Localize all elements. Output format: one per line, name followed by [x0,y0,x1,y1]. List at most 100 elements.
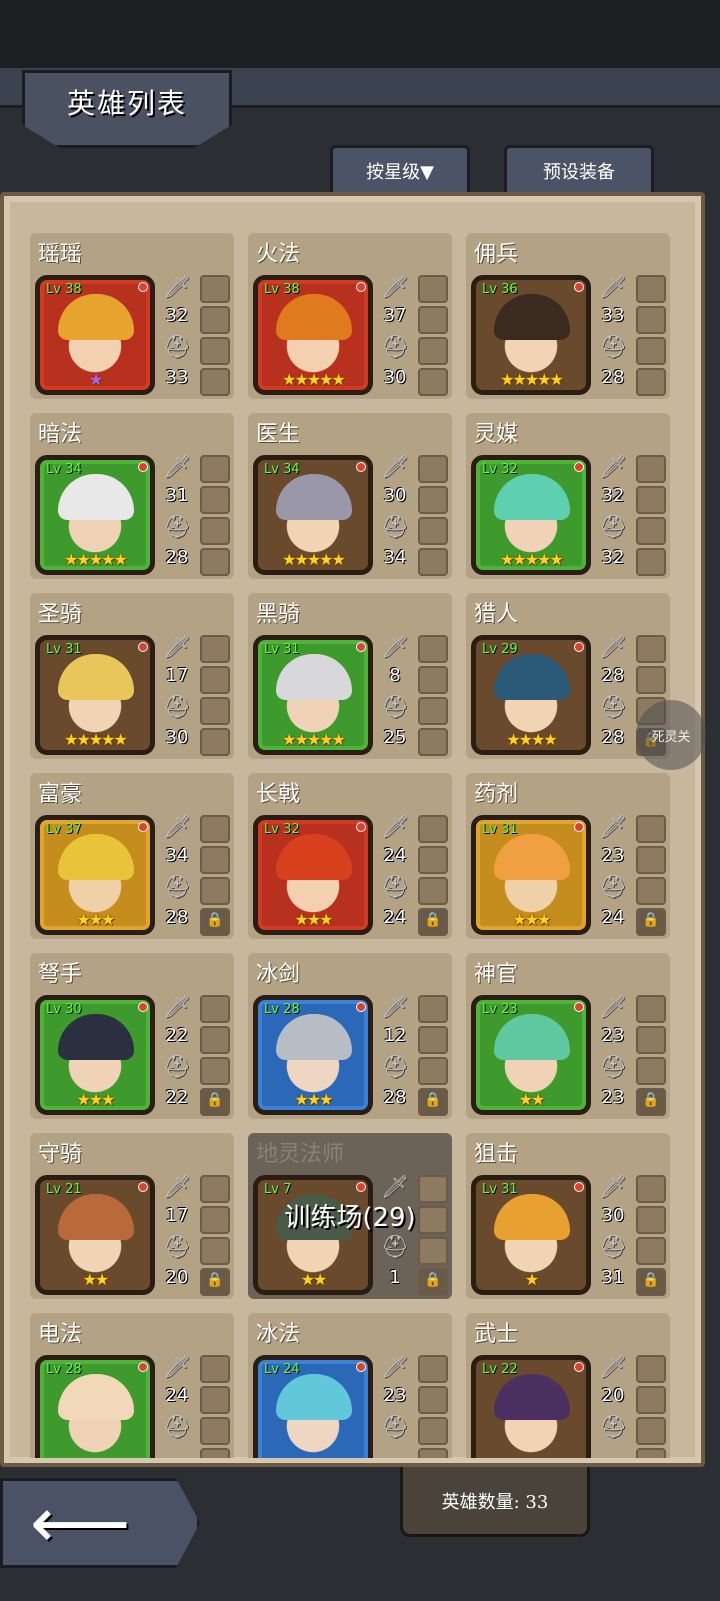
equipment-slot[interactable] [636,1448,666,1458]
equipment-slot[interactable] [418,1448,448,1458]
equipment-slot[interactable] [636,1175,666,1203]
equipment-slot[interactable] [200,635,230,663]
equipment-slot[interactable] [636,306,666,334]
hero-portrait[interactable]: Lv 31 ★★★ [471,815,591,935]
hero-card[interactable]: 守骑 Lv 21 ★★ 🗡 17 ⛑ 20 [30,1133,234,1299]
equipment-slot[interactable] [418,1237,448,1265]
equipment-slot[interactable] [636,455,666,483]
hero-portrait[interactable]: Lv 37 ★★★ [35,815,155,935]
equipment-slot[interactable] [636,995,666,1023]
equipment-slot[interactable] [200,846,230,874]
equipment-slot[interactable] [200,728,230,756]
hero-portrait[interactable]: Lv 32 ★★★ [253,815,373,935]
equipment-slot[interactable] [200,1206,230,1234]
equipment-slot[interactable] [636,1355,666,1383]
hero-card[interactable]: 黑骑 Lv 31 ★★★★★ 🗡 8 ⛑ 25 [248,593,452,759]
equipment-slot[interactable] [418,1026,448,1054]
hero-portrait[interactable]: Lv 38 ★ [35,275,155,395]
equipment-slot[interactable] [418,1057,448,1085]
equipment-slot[interactable] [636,275,666,303]
equipment-slot[interactable] [418,1417,448,1445]
equipment-slot[interactable] [636,1417,666,1445]
equipment-slot[interactable] [636,517,666,545]
hero-card[interactable]: 富豪 Lv 37 ★★★ 🗡 34 ⛑ 28 [30,773,234,939]
equipment-slot[interactable] [636,1386,666,1414]
hero-card[interactable]: 圣骑 Lv 31 ★★★★★ 🗡 17 ⛑ 30 [30,593,234,759]
equipment-slot[interactable] [636,548,666,576]
locked-slot-lock-icon[interactable] [636,1268,666,1296]
hero-portrait[interactable]: Lv 24 [253,1355,373,1458]
hero-portrait[interactable]: Lv 36 ★★★★★ [471,275,591,395]
equipment-slot[interactable] [636,486,666,514]
hero-card[interactable]: 灵媒 Lv 32 ★★★★★ 🗡 32 ⛑ 32 [466,413,670,579]
sort-by-star-button[interactable]: 按星级▼ [330,145,470,197]
equipment-slot[interactable] [200,517,230,545]
hero-portrait[interactable]: Lv 34 ★★★★★ [253,455,373,575]
equipment-slot[interactable] [418,995,448,1023]
hero-card[interactable]: 佣兵 Lv 36 ★★★★★ 🗡 33 ⛑ 28 [466,233,670,399]
equipment-slot[interactable] [200,1448,230,1458]
equipment-slot[interactable] [418,1355,448,1383]
side-float-button[interactable]: 死灵关 [636,700,706,770]
hero-portrait[interactable]: Lv 31 ★★★★★ [253,635,373,755]
equipment-slot[interactable] [200,1355,230,1383]
equipment-slot[interactable] [200,1175,230,1203]
equipment-slot[interactable] [200,486,230,514]
equipment-slot[interactable] [418,486,448,514]
equipment-slot[interactable] [418,877,448,905]
hero-card[interactable]: 神官 Lv 23 ★★ 🗡 23 ⛑ 23 [466,953,670,1119]
hero-portrait[interactable]: Lv 22 [471,1355,591,1458]
equipment-slot[interactable] [418,548,448,576]
equipment-slot[interactable] [418,455,448,483]
hero-portrait[interactable]: Lv 32 ★★★★★ [471,455,591,575]
equipment-slot[interactable] [200,275,230,303]
equipment-slot[interactable] [636,1237,666,1265]
locked-slot-lock-icon[interactable] [636,1088,666,1116]
locked-slot-lock-icon[interactable] [200,908,230,936]
equipment-slot[interactable] [200,1057,230,1085]
hero-portrait[interactable]: Lv 21 ★★ [35,1175,155,1295]
equipment-slot[interactable] [200,666,230,694]
hero-card[interactable]: 火法 Lv 38 ★★★★★ 🗡 37 ⛑ 30 [248,233,452,399]
hero-portrait[interactable]: Lv 7 ★★ [253,1175,373,1295]
hero-card[interactable]: 暗法 Lv 34 ★★★★★ 🗡 31 ⛑ 28 [30,413,234,579]
equipment-slot[interactable] [636,815,666,843]
equipment-slot[interactable] [200,337,230,365]
locked-slot-lock-icon[interactable] [418,908,448,936]
equipment-slot[interactable] [636,635,666,663]
equipment-slot[interactable] [200,1386,230,1414]
equipment-slot[interactable] [418,368,448,396]
equipment-slot[interactable] [418,1386,448,1414]
hero-card[interactable]: 医生 Lv 34 ★★★★★ 🗡 30 ⛑ 34 [248,413,452,579]
equipment-slot[interactable] [636,666,666,694]
preset-equipment-button[interactable]: 预设装备 [504,145,654,197]
equipment-slot[interactable] [200,697,230,725]
hero-portrait[interactable]: Lv 38 ★★★★★ [253,275,373,395]
equipment-slot[interactable] [418,275,448,303]
equipment-slot[interactable] [200,815,230,843]
hero-card[interactable]: 冰剑 Lv 28 ★★★ 🗡 12 ⛑ 28 [248,953,452,1119]
equipment-slot[interactable] [418,517,448,545]
hero-card[interactable]: 地灵法师Lv 7★★🗡⛑1训练场(29) [248,1133,452,1299]
hero-portrait[interactable]: Lv 29 ★★★★ [471,635,591,755]
hero-card[interactable]: 电法 Lv 28 🗡 24 ⛑ [30,1313,234,1458]
equipment-slot[interactable] [418,635,448,663]
equipment-slot[interactable] [636,1206,666,1234]
equipment-slot[interactable] [200,455,230,483]
locked-slot-lock-icon[interactable] [418,1088,448,1116]
hero-card[interactable]: 瑶瑶 Lv 38 ★ 🗡 32 ⛑ 33 [30,233,234,399]
locked-slot-lock-icon[interactable] [200,1268,230,1296]
equipment-slot[interactable] [636,337,666,365]
hero-card[interactable]: 长戟 Lv 32 ★★★ 🗡 24 ⛑ 24 [248,773,452,939]
equipment-slot[interactable] [200,1237,230,1265]
equipment-slot[interactable] [200,995,230,1023]
hero-portrait[interactable]: Lv 31 ★ [471,1175,591,1295]
equipment-slot[interactable] [418,337,448,365]
equipment-slot[interactable] [418,666,448,694]
hero-card[interactable]: 武士 Lv 22 🗡 20 ⛑ [466,1313,670,1458]
equipment-slot[interactable] [200,1026,230,1054]
equipment-slot[interactable] [418,846,448,874]
equipment-slot[interactable] [200,548,230,576]
hero-portrait[interactable]: Lv 34 ★★★★★ [35,455,155,575]
locked-slot-lock-icon[interactable] [418,1268,448,1296]
